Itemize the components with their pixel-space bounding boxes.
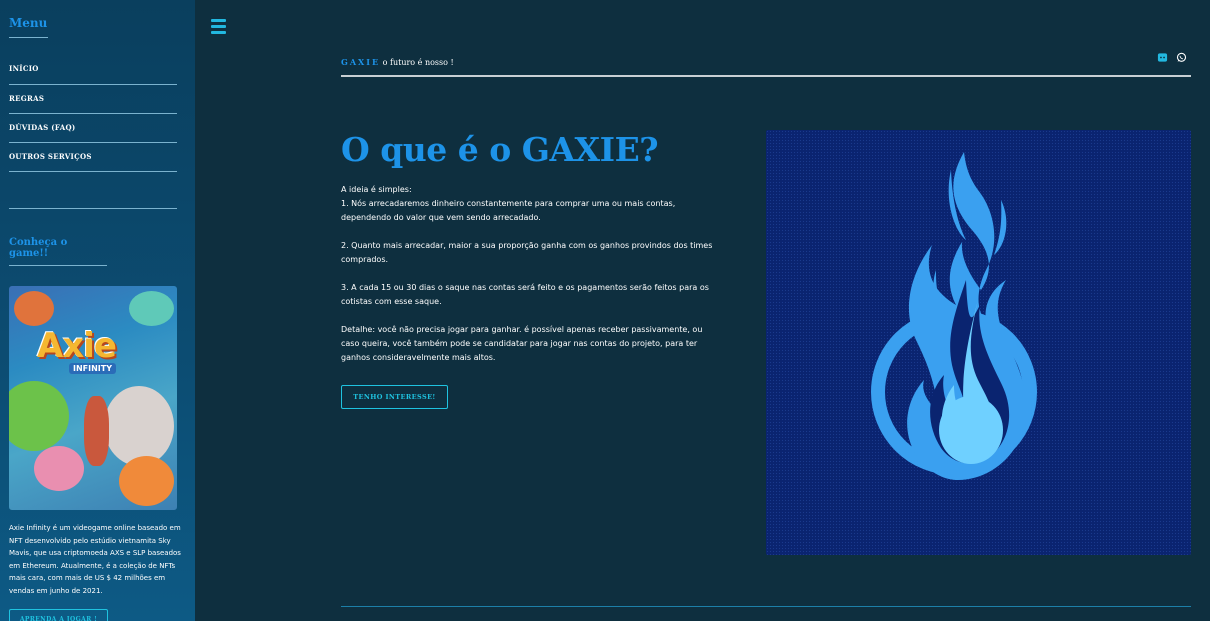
brand-tagline: o futuro é nosso ! <box>380 58 454 67</box>
page-header: GAXIE o futuro é nosso ! <box>341 50 1191 77</box>
axie-infinity-image: Axie INFINITY <box>9 286 177 510</box>
menu-divider <box>9 172 177 209</box>
axie-logo-text: Axie <box>37 326 117 366</box>
discord-icon[interactable] <box>1157 52 1168 63</box>
main-description: A ideia é simples: 1. Nós arrecadaremos … <box>341 185 713 362</box>
gaxie-flame-logo <box>766 130 1191 555</box>
flame-icon <box>871 152 1037 480</box>
learn-to-play-button[interactable]: APRENDA A JOGAR ! <box>9 609 108 621</box>
menu-title: Menu <box>9 16 48 38</box>
footer-divider <box>341 606 1191 607</box>
game-section-title: Conheça o game!! <box>9 237 107 266</box>
interest-button[interactable]: TENHO INTERESSE! <box>341 385 448 409</box>
whatsapp-icon[interactable] <box>1176 52 1187 63</box>
sidebar-item-regras[interactable]: Regras <box>9 85 177 114</box>
hamburger-menu-icon[interactable] <box>211 19 226 34</box>
sidebar-item-inicio[interactable]: Início <box>9 56 177 85</box>
brand-name[interactable]: GAXIE <box>341 57 380 67</box>
axie-logo-subtext: INFINITY <box>69 363 117 374</box>
sidebar-item-faq[interactable]: Dúvidas (FAQ) <box>9 114 177 143</box>
social-icons <box>1157 52 1187 63</box>
main-content: O que é o GAXIE? A ideia é simples: 1. N… <box>341 130 721 409</box>
sidebar: Menu Início Regras Dúvidas (FAQ) Outros … <box>0 0 195 621</box>
sidebar-item-outros-servicos[interactable]: Outros Serviços <box>9 143 177 172</box>
sidebar-menu: Início Regras Dúvidas (FAQ) Outros Servi… <box>9 56 177 172</box>
game-description: Axie Infinity é um videogame online base… <box>9 524 181 595</box>
page-title: O que é o GAXIE? <box>341 130 659 169</box>
